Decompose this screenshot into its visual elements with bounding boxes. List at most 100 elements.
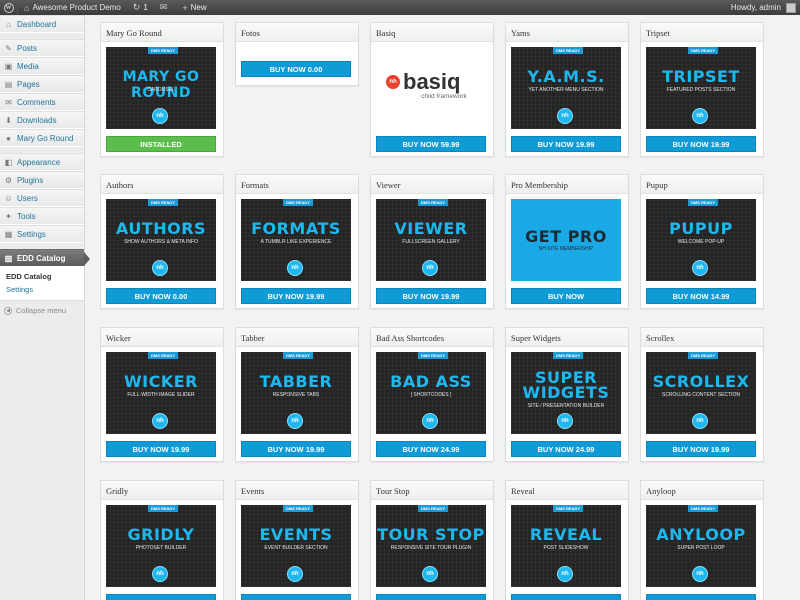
buy-now-button[interactable]: BUY NOW 19.99 xyxy=(106,594,216,600)
nh-logo-icon: nh xyxy=(152,260,168,276)
sidebar-item-settings[interactable]: ▦ Settings xyxy=(0,225,84,243)
product-card-scrollex: Scrollex DMS READY SCROLLEX SCROLLING CONTE… xyxy=(640,327,764,462)
downloads-icon: ⬇ xyxy=(5,115,12,125)
product-name: BAD ASS xyxy=(390,372,472,391)
buy-now-button[interactable]: BUY NOW 19.99 xyxy=(106,441,216,457)
users-icon: ☺ xyxy=(4,193,13,203)
product-subtitle: WELCOME POP-UP xyxy=(677,239,725,245)
dms-ready-badge: DMS READY xyxy=(418,505,448,512)
product-thumbnail[interactable]: DMS READY WICKER FULL-WIDTH IMAGE SLIDER nh xyxy=(106,352,216,434)
installed-button[interactable]: INSTALLED xyxy=(106,136,216,152)
product-title: Basiq xyxy=(371,23,493,42)
product-thumbnail[interactable]: DMS READY GRIDLY PHOTOSET BUILDER nh xyxy=(106,505,216,587)
buy-now-button[interactable]: BUY NOW 19.99 xyxy=(646,594,756,600)
buy-now-button[interactable]: BUY NOW 0.00 xyxy=(241,61,351,77)
updates-link[interactable]: ↻ 1 xyxy=(127,0,154,15)
buy-now-button[interactable]: BUY NOW 0.00 xyxy=(106,288,216,304)
new-content-link[interactable]: + New xyxy=(176,0,212,15)
account-menu[interactable]: Howdy, admin xyxy=(725,0,800,15)
sidebar-item-label: Posts xyxy=(17,43,38,53)
plugins-icon: ⚙ xyxy=(4,175,13,185)
buy-now-button[interactable]: BUY NOW 59.99 xyxy=(376,136,486,152)
nh-logo-icon: nh xyxy=(422,566,438,582)
product-subtitle: RESPONSIVE TABS xyxy=(272,392,320,398)
sidebar-item-dashboard[interactable]: ⌂ Dashboard xyxy=(0,15,84,33)
product-title: Authors xyxy=(101,175,223,194)
submenu-item-edd-catalog[interactable]: EDD Catalog xyxy=(0,270,84,283)
sidebar-item-plugins[interactable]: ⚙ Plugins xyxy=(0,171,84,189)
comments-link[interactable]: ✉ xyxy=(154,0,177,15)
sidebar-item-media[interactable]: ▣ Media xyxy=(0,57,84,75)
product-thumbnail[interactable]: DMS READY Y.A.M.S. YET ANOTHER MENU SECTIO… xyxy=(511,47,621,129)
buy-now-button[interactable]: BUY NOW 19.99 xyxy=(646,441,756,457)
posts-icon: ✎ xyxy=(5,43,12,53)
product-title: Yams xyxy=(506,23,628,42)
product-thumbnail[interactable]: DMS READY SCROLLEX SCROLLING CONTENT SECTI… xyxy=(646,352,756,434)
sidebar-item-comments[interactable]: ✉ Comments xyxy=(0,93,84,111)
product-thumbnail[interactable]: nh basiq child framework xyxy=(376,47,486,129)
appearance-icon: ◧ xyxy=(4,157,13,167)
site-name-link[interactable]: ⌂ Awesome Product Demo xyxy=(18,0,127,15)
sidebar-item-appearance[interactable]: ◧ Appearance xyxy=(0,153,84,171)
product-subtitle: YET ANOTHER MENU SECTION xyxy=(528,87,604,93)
buy-now-button[interactable]: BUY NOW 19.99 xyxy=(646,136,756,152)
buy-now-button[interactable]: BUY NOW 24.99 xyxy=(376,441,486,457)
product-card-tripset: Tripset DMS READY TRIPSET FEATURED POSTS SE… xyxy=(640,22,764,157)
dms-ready-badge: DMS READY xyxy=(418,199,448,206)
sidebar-item-tools[interactable]: ✦ Tools xyxy=(0,207,84,225)
dms-ready-badge: DMS READY xyxy=(688,505,718,512)
product-thumbnail[interactable]: DMS READY MARY GO ROUND CAROUSEL nh xyxy=(106,47,216,129)
buy-now-button[interactable]: BUY NOW xyxy=(511,288,621,304)
product-thumbnail[interactable]: DMS READY BAD ASS[ SHORTCODES ] nh xyxy=(376,352,486,434)
sidebar-item-label: Media xyxy=(17,61,39,71)
product-thumbnail[interactable]: GET PRO NH SITE MEMBERSHIP xyxy=(511,199,621,281)
product-title: Tour Stop xyxy=(371,481,493,500)
buy-now-button[interactable]: BUY NOW 14.99 xyxy=(646,288,756,304)
buy-now-button[interactable]: BUY NOW 19.99 xyxy=(241,441,351,457)
product-thumbnail[interactable]: DMS READY FORMATS A TUMBLR LIKE EXPERIENCE… xyxy=(241,199,351,281)
product-card-tabber: Tabber DMS READY TABBER RESPONSIVE TABS nh BU… xyxy=(235,327,359,462)
product-thumbnail[interactable]: DMS READY AUTHORS SHOW AUTHORS & META INFO… xyxy=(106,199,216,281)
buy-now-button[interactable]: BUY NOW 19.99 xyxy=(511,594,621,600)
nh-logo-icon: nh xyxy=(692,566,708,582)
sidebar-item-users[interactable]: ☺ Users xyxy=(0,189,84,207)
nh-logo-icon: nh xyxy=(557,108,573,124)
product-thumbnail[interactable]: DMS READY TABBER RESPONSIVE TABS nh xyxy=(241,352,351,434)
product-thumbnail[interactable]: DMS READY ANYLOOP SUPER POST LOOP nh xyxy=(646,505,756,587)
buy-now-button[interactable]: BUY NOW 19.99 xyxy=(241,594,351,600)
sidebar-item-label: Plugins xyxy=(17,175,44,185)
sidebar-item-label: Users xyxy=(17,193,38,203)
product-thumbnail[interactable]: DMS READY VIEWER FULLSCREEN GALLERY nh xyxy=(376,199,486,281)
product-thumbnail[interactable]: DMS READY TOUR STOP RESPONSIVE SITE TOUR P… xyxy=(376,505,486,587)
product-title: Scrollex xyxy=(641,328,763,347)
product-thumbnail[interactable]: DMS READY REVEAL POST SLIDESHOW nh xyxy=(511,505,621,587)
sidebar-item-pages[interactable]: ▤ Pages xyxy=(0,75,84,93)
collapse-menu-button[interactable]: ◀ Collapse menu xyxy=(0,301,84,320)
product-title: Tabber xyxy=(236,328,358,347)
product-card-events: Events DMS READY EVENTS EVENT BUILDER SECTI… xyxy=(235,480,359,600)
nh-logo-icon: nh xyxy=(287,260,303,276)
submenu-item-settings[interactable]: Settings xyxy=(0,283,84,296)
buy-now-button[interactable]: BUY NOW 24.99 xyxy=(511,441,621,457)
product-thumbnail[interactable]: DMS READY TRIPSET FEATURED POSTS SECTION nh xyxy=(646,47,756,129)
carousel-icon: ● xyxy=(6,133,11,143)
product-card-formats: Formats DMS READY FORMATS A TUMBLR LIKE EXP… xyxy=(235,174,359,309)
product-thumbnail[interactable]: DMS READY EVENTS EVENT BUILDER SECTION nh xyxy=(241,505,351,587)
dms-ready-badge: DMS READY xyxy=(148,199,178,206)
sidebar-item-posts[interactable]: ✎ Posts xyxy=(0,39,84,57)
product-thumbnail[interactable]: DMS READY SUPER WIDGETS SITE / PRESENTATION… xyxy=(511,352,621,434)
sidebar-item-edd-catalog[interactable]: ▥ EDD Catalog xyxy=(0,249,90,267)
product-title: Events xyxy=(236,481,358,500)
product-thumbnail[interactable]: DMS READY PUPUP WELCOME POP-UP nh xyxy=(646,199,756,281)
sidebar-item-mary-go-round[interactable]: ● Mary Go Round xyxy=(0,129,84,147)
product-subtitle: FULLSCREEN GALLERY xyxy=(402,239,460,245)
buy-now-button[interactable]: BUY NOW 19.99 xyxy=(376,594,486,600)
dashboard-icon: ⌂ xyxy=(6,19,11,29)
buy-now-button[interactable]: BUY NOW 19.99 xyxy=(241,288,351,304)
wordpress-logo-icon[interactable]: W xyxy=(0,0,18,15)
buy-now-button[interactable]: BUY NOW 19.99 xyxy=(376,288,486,304)
product-title: Pro Membership xyxy=(506,175,628,194)
sidebar-item-downloads[interactable]: ⬇ Downloads xyxy=(0,111,84,129)
buy-now-button[interactable]: BUY NOW 19.99 xyxy=(511,136,621,152)
sidebar-item-label: Appearance xyxy=(17,157,61,167)
